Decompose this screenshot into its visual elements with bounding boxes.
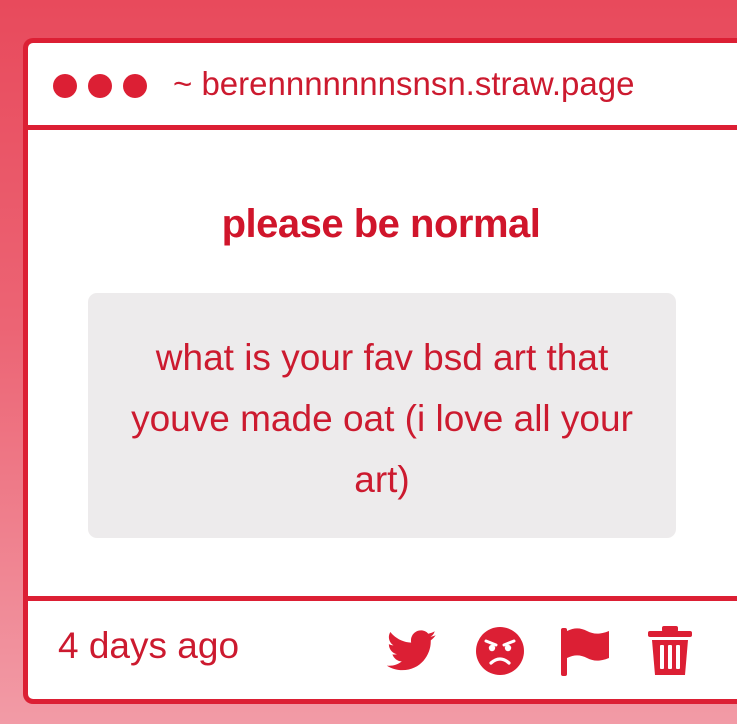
window-dot-2[interactable]: [88, 74, 112, 98]
angry-face-icon: [476, 627, 524, 675]
post-title: please be normal: [221, 202, 541, 246]
twitter-share-button[interactable]: [386, 625, 438, 677]
post-footer: 4 days ago: [28, 596, 737, 699]
flag-icon: [561, 628, 609, 676]
question-text: what is your fav bsd art that youve made…: [131, 337, 633, 500]
window-titlebar: ~ berennnnnnnsnsn.straw.page: [28, 43, 737, 130]
report-button[interactable]: [559, 625, 611, 677]
twitter-icon: [387, 630, 437, 671]
question-box: what is your fav bsd art that youve made…: [88, 293, 676, 538]
post-card: ~ berennnnnnnsnsn.straw.page please be n…: [23, 38, 737, 704]
window-dot-3[interactable]: [123, 74, 147, 98]
page-url[interactable]: ~ berennnnnnnsnsn.straw.page: [173, 65, 634, 103]
timestamp: 4 days ago: [58, 625, 240, 666]
window-dot-1[interactable]: [53, 74, 77, 98]
react-angry-button[interactable]: [474, 625, 526, 677]
window-controls: [53, 74, 147, 98]
delete-button[interactable]: [644, 625, 696, 677]
post-content: please be normal what is your fav bsd ar…: [28, 130, 737, 596]
trash-icon: [648, 626, 692, 675]
